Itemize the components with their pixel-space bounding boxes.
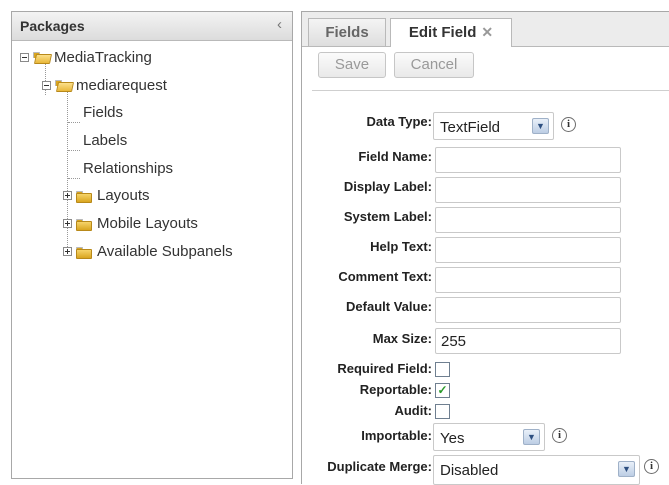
tab-strip: Fields Edit Field ✕ <box>302 12 669 47</box>
reportable-label: Reportable: <box>359 382 432 397</box>
save-button[interactable]: Save <box>318 52 386 78</box>
edit-field-panel: Fields Edit Field ✕ Save Cancel Data Type… <box>301 11 669 485</box>
toolbar-divider <box>312 90 669 91</box>
help-text-label: Help Text: <box>370 239 432 254</box>
importable-select[interactable]: Yes ▼ <box>433 423 545 451</box>
system-label-label: System Label: <box>343 209 432 224</box>
tree-node-label: Available Subpanels <box>97 243 233 260</box>
required-field-label: Required Field: <box>337 361 432 376</box>
expand-toggle-icon[interactable] <box>63 219 72 228</box>
importable-value: Yes <box>440 430 465 447</box>
max-size-input[interactable] <box>435 328 621 354</box>
collapse-panel-button[interactable]: ‹ <box>277 16 282 33</box>
tree-node-label: MediaTracking <box>54 49 152 66</box>
info-icon[interactable]: i <box>561 117 576 132</box>
field-name-input[interactable] <box>435 147 621 173</box>
tree-node-labels[interactable]: Labels <box>83 132 127 149</box>
chevron-down-icon[interactable]: ▼ <box>618 461 635 477</box>
collapse-toggle-icon[interactable] <box>20 53 29 62</box>
field-name-label: Field Name: <box>358 149 432 164</box>
data-type-select[interactable]: TextField ▼ <box>433 112 554 140</box>
tree-connector <box>68 178 80 179</box>
folder-icon <box>76 191 92 203</box>
folder-icon <box>76 247 92 259</box>
tree-connector <box>68 150 80 151</box>
max-size-label: Max Size: <box>372 331 432 346</box>
duplicate-merge-select[interactable]: Disabled ▼ <box>433 455 640 485</box>
data-type-label: Data Type: <box>366 114 433 129</box>
help-text-input[interactable] <box>435 237 621 263</box>
collapse-toggle-icon[interactable] <box>42 81 51 90</box>
reportable-checkbox[interactable]: ✓ <box>435 383 450 398</box>
checkmark-icon: ✓ <box>437 383 448 397</box>
chevron-down-icon[interactable]: ▼ <box>532 118 549 134</box>
tree-connector <box>67 89 68 253</box>
folder-open-icon <box>55 80 75 92</box>
cancel-button[interactable]: Cancel <box>394 52 474 78</box>
info-icon[interactable]: i <box>552 428 567 443</box>
duplicate-merge-value: Disabled <box>440 462 499 479</box>
folder-open-icon <box>33 52 53 64</box>
duplicate-merge-label: Duplicate Merge: <box>327 459 432 474</box>
packages-panel-header: Packages ‹ <box>12 12 292 41</box>
data-type-value: TextField <box>440 119 501 136</box>
system-label-input[interactable] <box>435 207 621 233</box>
expand-toggle-icon[interactable] <box>63 191 72 200</box>
chevron-down-icon[interactable]: ▼ <box>523 429 540 445</box>
tree-node-relationships[interactable]: Relationships <box>83 160 173 177</box>
audit-checkbox[interactable] <box>435 404 450 419</box>
expand-toggle-icon[interactable] <box>63 247 72 256</box>
packages-panel: Packages ‹ MediaTracking mediarequest Fi… <box>11 11 293 479</box>
comment-text-label: Comment Text: <box>338 269 432 284</box>
tree-node-fields[interactable]: Fields <box>83 104 123 121</box>
display-label-label: Display Label: <box>343 179 432 194</box>
display-label-input[interactable] <box>435 177 621 203</box>
audit-label: Audit: <box>394 403 432 418</box>
comment-text-input[interactable] <box>435 267 621 293</box>
default-value-label: Default Value: <box>346 299 432 314</box>
close-icon[interactable]: ✕ <box>481 24 493 40</box>
info-icon[interactable]: i <box>644 459 659 474</box>
tree-node-label: Layouts <box>97 187 150 204</box>
importable-label: Importable: <box>361 428 432 443</box>
packages-panel-title: Packages <box>20 18 85 34</box>
tab-edit-field[interactable]: Edit Field ✕ <box>390 18 512 47</box>
tree-connector <box>68 122 80 123</box>
folder-icon <box>76 219 92 231</box>
tab-label: Edit Field <box>408 24 477 41</box>
required-field-checkbox[interactable] <box>435 362 450 377</box>
tree-node-label: Mobile Layouts <box>97 215 198 232</box>
package-tree: MediaTracking mediarequest Fields Labels… <box>12 41 292 478</box>
tab-fields[interactable]: Fields <box>308 18 386 46</box>
tab-label: Fields <box>325 24 369 41</box>
tree-node-label: mediarequest <box>76 77 167 94</box>
default-value-input[interactable] <box>435 297 621 323</box>
